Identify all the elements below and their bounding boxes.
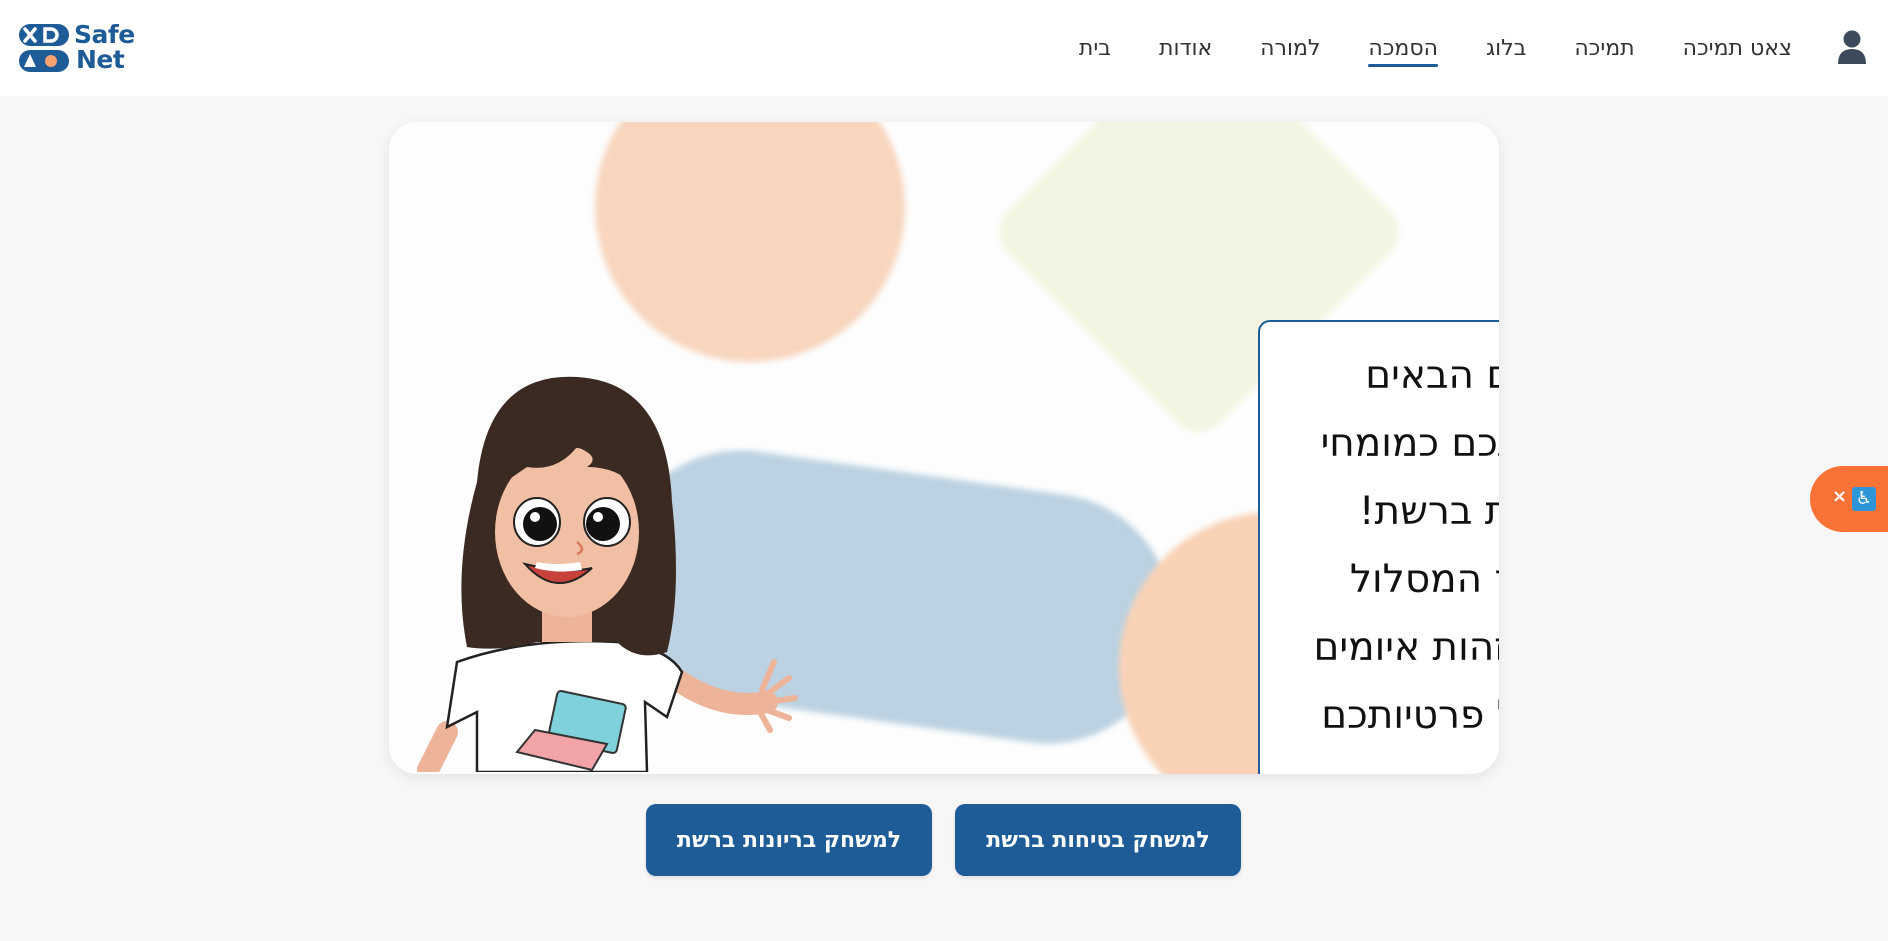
nav-home[interactable]: בית — [1079, 30, 1111, 67]
logo-mark-icon — [19, 24, 69, 72]
logo-text-safe: Safe — [74, 20, 135, 49]
nav-support[interactable]: תמיכה — [1574, 30, 1634, 67]
nav-blog[interactable]: בלוג — [1486, 30, 1526, 67]
nav-support-chat[interactable]: צאט תמיכה — [1683, 30, 1792, 67]
girl-illustration — [417, 376, 798, 772]
nav-teacher[interactable]: למורה — [1260, 30, 1320, 67]
nav-certification[interactable]: הסמכה — [1368, 30, 1438, 67]
bullying-game-button[interactable]: למשחק בריונות ברשת — [646, 804, 932, 876]
welcome-message-box: ברוכים הבאים להכשרתכם כמומחי בטיחות ברשת… — [1258, 320, 1499, 774]
user-icon[interactable] — [1836, 29, 1868, 65]
bg-shape-circle-top — [595, 122, 905, 362]
main-nav: בית אודות למורה הסמכה בלוג תמיכה צאט תמי… — [1079, 0, 1792, 96]
safety-game-button[interactable]: למשחק בטיחות ברשת — [955, 804, 1241, 876]
hero-card: ברוכים הבאים להכשרתכם כמומחי בטיחות ברשת… — [389, 122, 1499, 774]
close-icon[interactable]: × — [1832, 488, 1847, 506]
logo-text-net: Net — [76, 45, 125, 74]
welcome-text: ברוכים הבאים להכשרתכם כמומחי בטיחות ברשת… — [1313, 353, 1499, 774]
safenet-logo[interactable]: Safe Net — [18, 22, 148, 74]
accessibility-widget[interactable]: × ♿ — [1810, 466, 1888, 532]
wheelchair-icon[interactable]: ♿ — [1852, 487, 1876, 511]
nav-about[interactable]: אודות — [1159, 30, 1212, 67]
site-header: Safe Net בית אודות למורה הסמכה בלוג תמיכ… — [0, 0, 1888, 96]
logo-wordmark: Safe Net — [74, 22, 135, 72]
